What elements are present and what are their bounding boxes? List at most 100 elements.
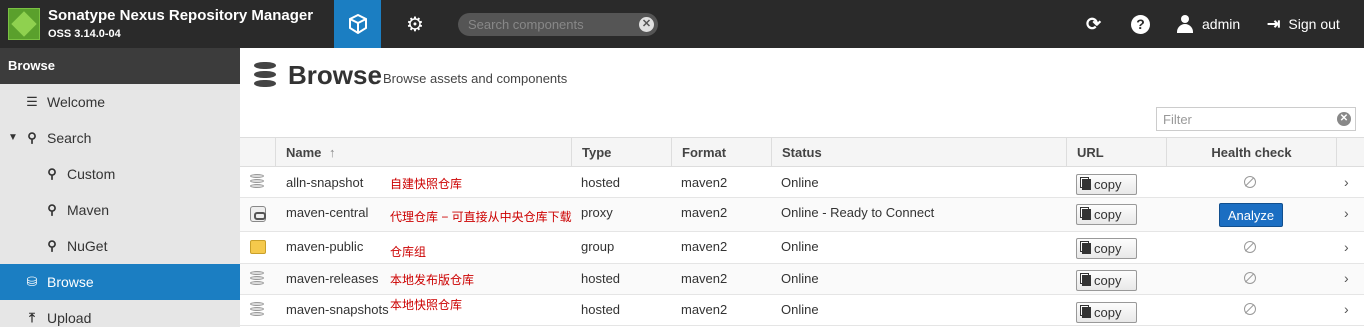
- sign-out-button[interactable]: ⇥ Sign out: [1267, 0, 1340, 48]
- annotation-note: 代理仓库 − 可直接从中央仓库下载: [390, 210, 572, 224]
- top-header: Sonatype Nexus Repository Manager OSS 3.…: [0, 0, 1364, 48]
- copy-label: copy: [1094, 241, 1122, 256]
- table-row[interactable]: maven-central 代理仓库 − 可直接从中央仓库下载 proxy ma…: [240, 198, 1364, 232]
- help-button[interactable]: ?: [1131, 0, 1150, 48]
- sidebar-item-nuget[interactable]: ⚲ NuGet: [0, 228, 240, 264]
- table-row[interactable]: maven-snapshots 本地快照仓库 hosted maven2 Onl…: [240, 295, 1364, 326]
- sidebar-item-welcome[interactable]: ☰ Welcome: [0, 84, 240, 120]
- refresh-icon: ⟳: [1086, 13, 1102, 34]
- sidebar-item-label: Search: [47, 130, 92, 146]
- refresh-button[interactable]: ⟳: [1086, 0, 1101, 48]
- copy-url-button[interactable]: copy: [1076, 174, 1137, 195]
- sidebar-item-search[interactable]: ▼ ⚲ Search: [0, 120, 240, 156]
- user-menu-button[interactable]: admin: [1177, 0, 1240, 48]
- sort-ascending-icon: ↑: [329, 145, 336, 160]
- chevron-right-icon[interactable]: ›: [1344, 239, 1349, 255]
- repo-type: hosted: [581, 271, 621, 286]
- sidebar-item-label: Upload: [47, 310, 92, 326]
- repo-status: Online - Ready to Connect: [781, 205, 935, 220]
- username-label: admin: [1202, 16, 1241, 32]
- group-folder-icon: [250, 240, 266, 254]
- search-icon: ⚲: [47, 238, 57, 253]
- search-components-box: ✕: [458, 13, 658, 36]
- column-header-name[interactable]: Name ↑: [275, 138, 571, 167]
- admin-mode-button[interactable]: ⚙: [381, 0, 449, 48]
- copy-url-button[interactable]: copy: [1076, 238, 1137, 259]
- sidebar: Browse ☰ Welcome ▼ ⚲ Search ⚲ Custom ⚲ M…: [0, 48, 240, 327]
- repo-type: hosted: [581, 302, 621, 317]
- annotation-note: 自建快照仓库: [390, 177, 463, 191]
- copy-icon: [1082, 179, 1091, 190]
- browse-mode-button[interactable]: [334, 0, 381, 48]
- filter-clear-icon[interactable]: ✕: [1337, 112, 1351, 126]
- sidebar-item-upload[interactable]: ⤒ Upload: [0, 300, 240, 327]
- copy-label: copy: [1094, 207, 1122, 222]
- app-version: OSS 3.14.0-04: [48, 28, 121, 40]
- repo-format: maven2: [681, 175, 728, 190]
- sidebar-item-browse[interactable]: ⛁ Browse: [0, 264, 240, 300]
- analyze-button[interactable]: Analyze: [1219, 203, 1283, 227]
- hosted-db-icon: [250, 174, 266, 190]
- health-check-disabled-icon: [1244, 303, 1256, 315]
- table-row[interactable]: maven-releases 本地发布版仓库 hosted maven2 Onl…: [240, 264, 1364, 295]
- copy-label: copy: [1094, 305, 1122, 320]
- copy-icon: [1082, 275, 1091, 286]
- search-clear-icon[interactable]: ✕: [639, 17, 654, 32]
- repo-status: Online: [781, 302, 819, 317]
- repo-status: Online: [781, 239, 819, 254]
- column-header-type[interactable]: Type: [571, 138, 671, 167]
- repo-type: hosted: [581, 175, 621, 190]
- column-header-health-check[interactable]: Health check: [1166, 138, 1336, 167]
- chevron-right-icon[interactable]: ›: [1344, 270, 1349, 286]
- sign-out-label: Sign out: [1288, 16, 1340, 32]
- search-icon: ⚲: [27, 130, 37, 145]
- column-header-format[interactable]: Format: [671, 138, 771, 167]
- caret-down-icon[interactable]: ▼: [4, 120, 22, 156]
- repo-status: Online: [781, 175, 819, 190]
- help-icon: ?: [1131, 14, 1150, 34]
- repo-format: maven2: [681, 271, 728, 286]
- sidebar-item-custom[interactable]: ⚲ Custom: [0, 156, 240, 192]
- chevron-right-icon[interactable]: ›: [1344, 174, 1349, 190]
- copy-icon: [1082, 243, 1091, 254]
- repo-status: Online: [781, 271, 819, 286]
- health-check-disabled-icon: [1244, 241, 1256, 253]
- sidebar-item-label: Welcome: [47, 94, 106, 110]
- filter-input[interactable]: [1163, 111, 1331, 128]
- copy-url-button[interactable]: copy: [1076, 302, 1137, 323]
- repo-format: maven2: [681, 302, 728, 317]
- search-components-input[interactable]: [468, 16, 633, 33]
- table-row[interactable]: maven-public 仓库组 group maven2 Online cop…: [240, 232, 1364, 264]
- hosted-db-icon: [250, 302, 266, 318]
- table-header: Name ↑ Type Format Status URL Health che…: [240, 137, 1364, 167]
- repo-name: maven-snapshots: [286, 302, 389, 317]
- search-icon: ⚲: [47, 202, 57, 217]
- chevron-right-icon[interactable]: ›: [1344, 205, 1349, 221]
- proxy-icon: [250, 206, 266, 222]
- health-check-disabled-icon: [1244, 272, 1256, 284]
- copy-label: copy: [1094, 273, 1122, 288]
- user-icon: [1177, 15, 1193, 33]
- health-check-disabled-icon: [1244, 176, 1256, 188]
- app-title: Sonatype Nexus Repository Manager: [48, 7, 314, 24]
- repo-format: maven2: [681, 205, 728, 220]
- nexus-logo[interactable]: [8, 8, 40, 40]
- column-header-label: Name: [286, 145, 322, 160]
- repo-type: proxy: [581, 205, 613, 220]
- sidebar-item-label: Maven: [67, 202, 110, 218]
- copy-url-button[interactable]: copy: [1076, 204, 1137, 225]
- filter-box: ✕: [1156, 107, 1356, 131]
- page-title: Browse: [288, 60, 382, 90]
- copy-url-button[interactable]: copy: [1076, 270, 1137, 291]
- sidebar-item-maven[interactable]: ⚲ Maven: [0, 192, 240, 228]
- column-header-spacer: [1336, 138, 1364, 167]
- table-row[interactable]: alln-snapshot 自建快照仓库 hosted maven2 Onlin…: [240, 167, 1364, 198]
- repo-name: maven-central: [286, 205, 369, 220]
- column-header-url[interactable]: URL: [1066, 138, 1166, 167]
- copy-icon: [1082, 209, 1091, 220]
- hosted-db-icon: [250, 271, 266, 287]
- chevron-right-icon[interactable]: ›: [1344, 301, 1349, 317]
- repo-type: group: [581, 239, 615, 254]
- repository-table: Name ↑ Type Format Status URL Health che…: [240, 137, 1364, 326]
- column-header-status[interactable]: Status: [771, 138, 1067, 167]
